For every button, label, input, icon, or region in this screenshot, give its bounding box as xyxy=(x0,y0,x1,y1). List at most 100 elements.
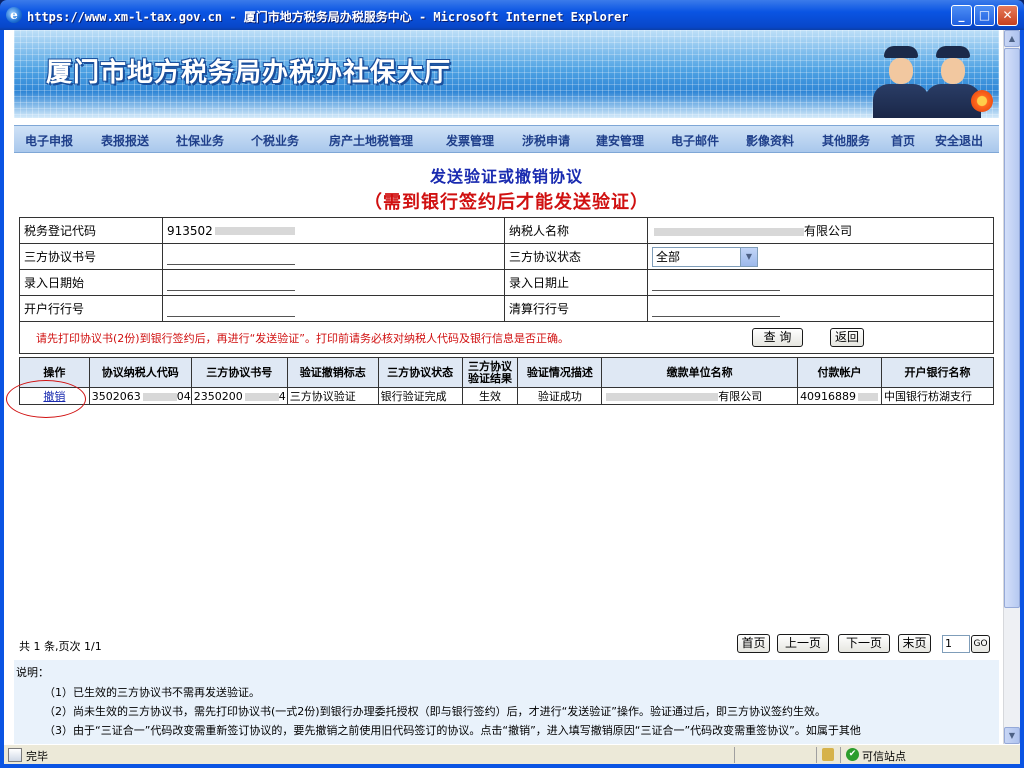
taxpayer-code-suffix: 04 xyxy=(176,389,191,403)
window-title: https://www.xm-l-tax.gov.cn - 厦门市地方税务局办税… xyxy=(27,10,629,24)
scroll-thumb[interactable] xyxy=(1004,48,1020,608)
note-3: （3）由于“三证合一”代码改变需重新签订协议的，要先撤销之前使用旧代码签订的协议… xyxy=(44,724,861,737)
agreement-no-input[interactable] xyxy=(167,249,295,265)
date-end-cell xyxy=(647,269,994,296)
col-verify-desc: 验证情况描述 xyxy=(517,357,603,388)
tax-code-value: 913502 xyxy=(162,217,505,244)
nav-item-other[interactable]: 其他服务 xyxy=(822,132,870,149)
scroll-up-icon[interactable]: ▲ xyxy=(1004,30,1020,47)
back-button[interactable]: 返回 xyxy=(830,328,864,347)
agreement-no-cell-value: 2350200 4 xyxy=(190,387,288,405)
notes-title: 说明： xyxy=(16,666,49,679)
masked-text xyxy=(858,392,879,401)
window-title-bar[interactable]: e https://www.xm-l-tax.gov.cn - 厦门市地方税务局… xyxy=(0,0,1024,30)
status-divider xyxy=(840,747,841,763)
clearing-no-label: 清算行行号 xyxy=(504,295,648,322)
agreement-table: 操作 协议纳税人代码 三方协议书号 验证撤销标志 三方协议状态 三方协议验证结果… xyxy=(19,357,994,405)
page-icon xyxy=(8,748,22,762)
nav-item-home[interactable]: 首页 xyxy=(891,132,915,149)
payer-name-cell: 有限公司 xyxy=(601,387,799,405)
nav-item-property-land[interactable]: 房产土地税管理 xyxy=(329,132,413,149)
nav-item-construction[interactable]: 建安管理 xyxy=(596,132,644,149)
scroll-down-icon[interactable]: ▼ xyxy=(1004,727,1020,744)
verify-flag: 三方协议验证 xyxy=(286,387,379,405)
nav-item-invoice[interactable]: 发票管理 xyxy=(446,132,494,149)
officer-female xyxy=(873,46,929,118)
col-verify-result: 三方协议验证结果 xyxy=(461,357,519,388)
nav-item-tax-application[interactable]: 涉税申请 xyxy=(522,132,570,149)
taxpayer-name-text: 有限公司 xyxy=(804,224,853,238)
tax-code-label: 税务登记代码 xyxy=(19,217,163,244)
security-zone: 可信站点 xyxy=(862,750,906,763)
nav-item-report-submit[interactable]: 表报报送 xyxy=(101,132,149,149)
prev-page-button[interactable]: 上一页 xyxy=(777,634,829,653)
verify-desc: 验证成功 xyxy=(517,387,603,405)
account-cell: 40916889 xyxy=(797,387,883,405)
nav-item-email[interactable]: 电子邮件 xyxy=(671,132,719,149)
agreement-status-select[interactable]: 全部 ▼ xyxy=(652,246,758,267)
query-button[interactable]: 查 询 xyxy=(752,328,803,347)
tax-code-text: 913502 xyxy=(167,223,213,238)
nav-item-logout[interactable]: 安全退出 xyxy=(935,132,983,149)
vertical-scrollbar[interactable]: ▲ ▼ xyxy=(1003,30,1020,744)
clearing-no-input[interactable] xyxy=(652,301,780,317)
bank-no-input[interactable] xyxy=(167,301,295,317)
table-row: 撤销 3502063 04 2350200 4 三方协议验证 银行验证完成 生效 验… xyxy=(19,387,994,405)
site-title: 厦门市地方税务局办税办社保大厅 xyxy=(46,58,452,88)
col-account: 付款帐户 xyxy=(797,357,883,388)
chevron-down-icon[interactable]: ▼ xyxy=(740,247,757,266)
date-start-input[interactable] xyxy=(167,275,295,291)
next-page-button[interactable]: 下一页 xyxy=(838,634,890,653)
agreement-no-cell xyxy=(162,243,505,270)
col-bank-name: 开户银行名称 xyxy=(881,357,994,388)
col-agreement-status: 三方协议状态 xyxy=(377,357,463,388)
close-button[interactable]: ✕ xyxy=(997,5,1018,26)
masked-text xyxy=(606,393,719,401)
print-hint: 请先打印协议书(2份)到银行签约后，再进行“发送验证”。打印前请务必核对纳税人代… xyxy=(36,331,569,345)
maximize-button[interactable]: □ xyxy=(974,5,995,26)
bank-no-cell xyxy=(162,295,505,322)
nav-item-images[interactable]: 影像资料 xyxy=(746,132,794,149)
agreement-status-selected: 全部 xyxy=(656,249,681,264)
last-page-button[interactable]: 末页 xyxy=(898,634,931,653)
first-page-button[interactable]: 首页 xyxy=(737,634,770,653)
account: 40916889 xyxy=(800,389,857,403)
bank-no-label: 开户行行号 xyxy=(19,295,163,322)
agreement-no-label: 三方协议书号 xyxy=(19,243,163,270)
verify-result: 生效 xyxy=(461,387,519,405)
bank-name: 中国银行枋湖支行 xyxy=(881,387,994,405)
site-banner: 厦门市地方税务局办税办社保大厅 xyxy=(14,30,999,118)
taxpayer-code-cell: 3502063 04 xyxy=(88,387,192,405)
agreement-status-cell: 全部 ▼ xyxy=(647,243,994,270)
ie-icon: e xyxy=(6,7,22,23)
masked-text xyxy=(654,227,804,236)
main-nav: 电子申报 表报报送 社保业务 个税业务 房产土地税管理 发票管理 涉税申请 建安… xyxy=(14,125,999,153)
col-agreement-no: 三方协议书号 xyxy=(190,357,288,388)
table-header-row: 操作 协议纳税人代码 三方协议书号 验证撤销标志 三方协议状态 三方协议验证结果… xyxy=(19,357,994,388)
masked-text xyxy=(244,392,279,401)
agreement-no-suffix: 4 xyxy=(278,389,286,403)
notes-section: 说明： （1）已生效的三方协议书不需再发送验证。 （2）尚未生效的三方协议书，需… xyxy=(14,660,999,744)
agreement-no: 2350200 xyxy=(193,389,243,403)
agreement-status: 银行验证完成 xyxy=(377,387,463,405)
nav-item-e-filing[interactable]: 电子申报 xyxy=(25,132,73,149)
nav-item-personal-tax[interactable]: 个税业务 xyxy=(251,132,299,149)
window-frame-bottom xyxy=(0,764,1024,768)
status-divider xyxy=(734,747,735,763)
page-title: 发送验证或撤销协议 xyxy=(429,167,583,186)
taxpayer-name-value: 有限公司 xyxy=(647,217,994,244)
agreement-status-label: 三方协议状态 xyxy=(504,243,648,270)
flower-icon xyxy=(971,90,993,112)
status-divider xyxy=(816,747,817,763)
col-verify-flag: 验证撤销标志 xyxy=(286,357,379,388)
date-start-cell xyxy=(162,269,505,296)
minimize-button[interactable]: _ xyxy=(951,5,972,26)
go-button[interactable]: GO xyxy=(971,635,990,653)
page-number-input[interactable]: 1 xyxy=(942,635,970,653)
date-end-input[interactable] xyxy=(652,275,780,291)
nav-item-social-security[interactable]: 社保业务 xyxy=(176,132,224,149)
col-payer-name: 缴款单位名称 xyxy=(601,357,799,388)
note-2: （2）尚未生效的三方协议书，需先打印协议书(一式2份)到银行办理委托授权（即与银… xyxy=(44,705,826,718)
browser-content: 厦门市地方税务局办税办社保大厅 电子申报 表报报送 社保业务 个税业务 房产土地… xyxy=(4,30,1020,744)
page: 厦门市地方税务局办税办社保大厅 电子申报 表报报送 社保业务 个税业务 房产土地… xyxy=(6,30,999,744)
